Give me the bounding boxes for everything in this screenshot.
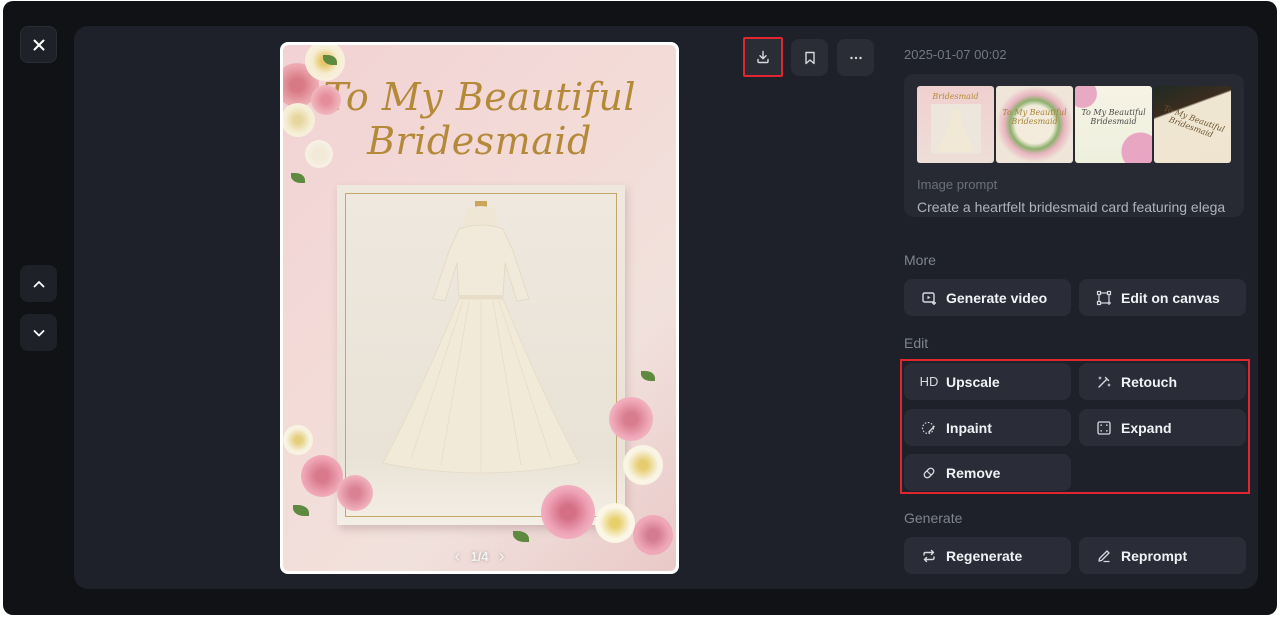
expand-icon <box>1097 420 1111 435</box>
flower-decoration <box>623 445 663 485</box>
flower-decoration <box>541 485 595 539</box>
edit-on-canvas-label: Edit on canvas <box>1121 289 1220 306</box>
regenerate-label: Regenerate <box>946 547 1023 564</box>
download-icon <box>757 50 769 64</box>
flower-decoration <box>305 140 333 168</box>
close-button[interactable] <box>20 26 57 63</box>
wedding-dress-illustration <box>382 201 580 474</box>
thumbnail-caption: To My Beautiful Bridesmaid <box>1162 103 1226 140</box>
canvas-icon <box>1096 290 1112 305</box>
flower-decoration <box>633 515 673 555</box>
previous-image-button[interactable] <box>20 265 57 302</box>
dress-thumb-icon <box>931 104 981 154</box>
video-add-icon <box>922 291 936 305</box>
inpaint-brush-icon <box>921 421 935 434</box>
next-image-button[interactable] <box>20 314 57 351</box>
hd-icon: HD <box>919 374 939 389</box>
upscale-label: Upscale <box>946 373 1000 390</box>
leaf-decoration <box>641 371 655 381</box>
upscale-button[interactable]: HD Upscale <box>904 363 1071 400</box>
thumbnail-2[interactable]: To My Beautiful Bridesmaid <box>996 86 1073 163</box>
pencil-icon <box>1098 549 1110 562</box>
flower-decoration <box>337 475 373 511</box>
bridesmaid-card-image: To My Beautiful Bridesmaid ‹ 1/4 › <box>283 45 676 571</box>
more-options-button[interactable] <box>837 39 874 76</box>
timestamp: 2025-01-07 00:02 <box>904 47 1007 62</box>
bookmark-button[interactable] <box>791 39 828 76</box>
retouch-label: Retouch <box>1121 373 1177 390</box>
thumbnail-caption: To My Beautiful Bridesmaid <box>1002 108 1067 126</box>
section-label-edit: Edit <box>904 335 929 351</box>
magic-wand-icon <box>1098 375 1111 388</box>
thumbnail-4[interactable]: To My Beautiful Bridesmaid <box>1154 86 1231 163</box>
prompt-label: Image prompt <box>917 177 998 192</box>
section-label-more: More <box>904 252 936 268</box>
pager-count: 1/4 <box>470 549 489 564</box>
retouch-button[interactable]: Retouch <box>1079 363 1246 400</box>
chevron-down-icon <box>33 329 44 336</box>
reprompt-button[interactable]: Reprompt <box>1079 537 1246 574</box>
thumbnail-1[interactable]: Bridesmaid <box>917 86 994 163</box>
pager-next-button[interactable]: › <box>499 546 505 567</box>
reprompt-label: Reprompt <box>1121 547 1188 564</box>
inpaint-label: Inpaint <box>946 419 992 436</box>
image-pager: ‹ 1/4 › <box>454 546 504 567</box>
regenerate-button[interactable]: Regenerate <box>904 537 1071 574</box>
image-viewer-modal: To My Beautiful Bridesmaid ‹ 1/4 › 2025-… <box>3 1 1277 615</box>
card-title-line2: Bridesmaid <box>367 119 592 163</box>
remove-button[interactable]: Remove <box>904 454 1071 491</box>
chevron-up-icon <box>33 280 44 287</box>
close-icon <box>33 39 44 50</box>
prompt-text[interactable]: Create a heartfelt bridesmaid card featu… <box>917 199 1225 215</box>
section-label-generate: Generate <box>904 510 963 526</box>
details-sidebar: 2025-01-07 00:02 Bridesmaid To My Beauti… <box>900 26 1250 589</box>
more-horizontal-icon <box>849 56 862 59</box>
flower-decoration <box>283 425 313 455</box>
inpaint-button[interactable]: Inpaint <box>904 409 1071 446</box>
inner-card <box>337 185 625 525</box>
flower-decoration <box>595 503 635 543</box>
flower-decoration <box>311 85 341 115</box>
card-title-line1: To My Beautiful <box>323 75 636 119</box>
card-title-text: To My Beautiful Bridesmaid <box>283 75 676 163</box>
generate-video-button[interactable]: Generate video <box>904 279 1071 316</box>
edit-on-canvas-button[interactable]: Edit on canvas <box>1079 279 1246 316</box>
generate-video-label: Generate video <box>946 289 1048 306</box>
thumbnail-caption: To My Beautiful Bridesmaid <box>1081 108 1146 126</box>
leaf-decoration <box>293 505 309 516</box>
pager-prev-button[interactable]: ‹ <box>454 546 460 567</box>
expand-label: Expand <box>1121 419 1172 436</box>
thumbnail-3[interactable]: To My Beautiful Bridesmaid <box>1075 86 1152 163</box>
thumbnail-strip: Bridesmaid To My Beautiful Bridesmaid To… <box>917 86 1231 163</box>
main-image[interactable]: To My Beautiful Bridesmaid ‹ 1/4 › <box>280 42 679 574</box>
flower-decoration <box>609 397 653 441</box>
expand-button[interactable]: Expand <box>1079 409 1246 446</box>
viewer-panel: To My Beautiful Bridesmaid ‹ 1/4 › 2025-… <box>74 26 1258 589</box>
leaf-decoration <box>291 173 305 183</box>
eraser-icon <box>923 467 935 478</box>
leaf-decoration <box>513 531 529 542</box>
remove-label: Remove <box>946 464 1001 481</box>
download-button[interactable] <box>743 37 783 77</box>
regenerate-icon <box>923 549 935 562</box>
prompt-card: Bridesmaid To My Beautiful Bridesmaid To… <box>904 74 1244 217</box>
bookmark-icon <box>804 51 815 64</box>
